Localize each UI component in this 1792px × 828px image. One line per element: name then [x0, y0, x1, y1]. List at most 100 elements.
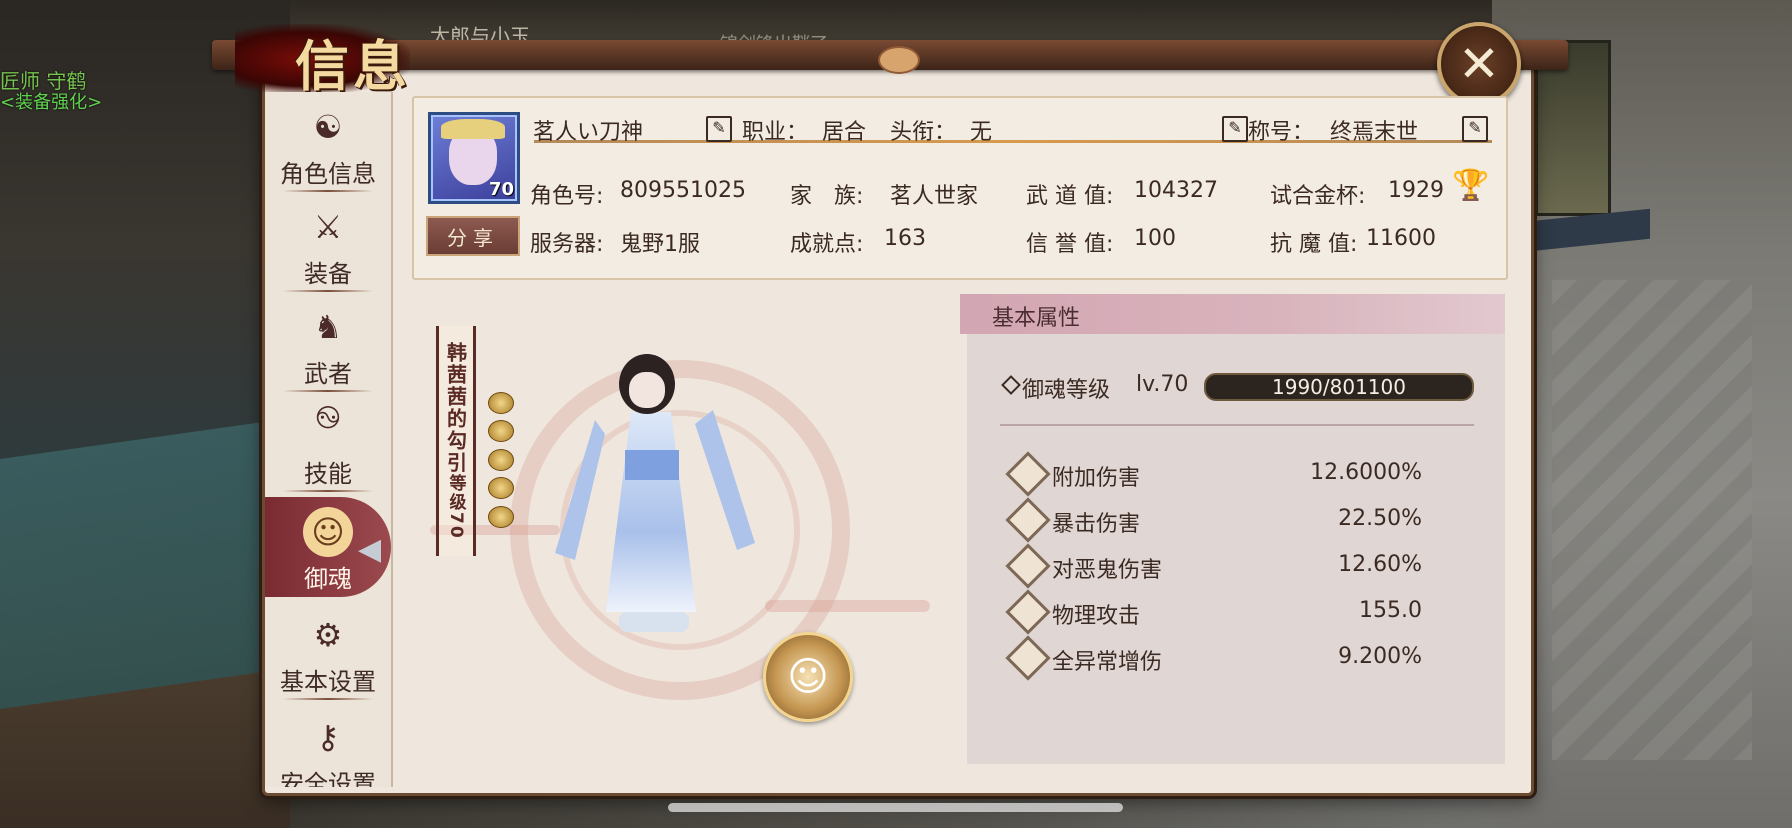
home-indicator[interactable]	[668, 803, 1123, 812]
avatar-crown	[441, 119, 505, 139]
soul-name: 韩茜茜的勾引	[443, 342, 468, 475]
server-label: 服务器:	[530, 232, 604, 257]
extra-damage-icon	[1005, 451, 1051, 497]
role-id-value: 809551025	[620, 178, 746, 203]
character-feet	[619, 612, 689, 632]
edit-icon[interactable]: ✎	[1462, 116, 1488, 142]
attributes-header-text: 基本属性	[992, 306, 1081, 331]
sidebar-item-equipment[interactable]: ⚔ 装备	[265, 192, 391, 292]
attribute-value: 22.50%	[1338, 506, 1422, 531]
attributes-divider	[1000, 424, 1474, 426]
character-dress	[606, 412, 696, 612]
sidebar-item-label: 角色信息	[280, 160, 376, 188]
rank-value: 无	[970, 120, 993, 145]
soul-portrait-button[interactable]: ☺	[763, 632, 853, 722]
attribute-value: 12.6000%	[1310, 460, 1422, 485]
npc-action: <装备强化>	[0, 92, 103, 113]
family-value: 茗人世家	[890, 184, 979, 209]
soul-exp-bar: 1990/801100	[1204, 373, 1474, 401]
character-sleeve	[695, 410, 755, 550]
gear-icon: ⚙	[313, 616, 343, 654]
skill-icon: ࿊	[315, 398, 341, 436]
sidebar-item-character-info[interactable]: ☯ 角色信息	[265, 92, 391, 192]
ornament-icon	[878, 46, 920, 74]
close-button[interactable]: ✕	[1437, 22, 1521, 106]
npc-label[interactable]: 匠师 守鹤 <装备强化>	[0, 70, 102, 114]
character-sash	[625, 450, 679, 480]
physical-attack-icon	[1005, 589, 1051, 635]
divider	[283, 698, 373, 700]
attribute-name: 附加伤害	[1052, 466, 1141, 491]
sidebar: ☯ 角色信息 ⚔ 装备 ♞ 武者 ࿊ 技能 ☺ 御魂 ⚙ 基本设置 ⚷ 安全设置	[265, 92, 393, 787]
honor-value: 100	[1134, 226, 1176, 251]
attribute-name: 物理攻击	[1052, 604, 1141, 629]
attribute-row: 对恶鬼伤害 12.60%	[1005, 543, 1422, 589]
equipment-icon: ⚔	[313, 208, 343, 246]
close-icon: ✕	[1458, 35, 1500, 93]
trial-cup-label: 试合金杯:	[1270, 184, 1366, 209]
soul-portrait-icon: ☺	[787, 654, 829, 700]
soul-character-model	[555, 350, 755, 680]
warrior-icon: ♞	[313, 308, 343, 346]
window-title-text: 信息	[295, 34, 411, 98]
sidebar-item-label: 技能	[304, 460, 352, 488]
martial-label: 武 道 值:	[1026, 184, 1114, 209]
edit-title-icon[interactable]: ✎	[1222, 116, 1248, 142]
achievement-value: 163	[884, 226, 926, 251]
attribute-row: 附加伤害 12.6000%	[1005, 451, 1422, 497]
demon-resist-value: 11600	[1366, 226, 1436, 251]
divider	[283, 490, 373, 492]
class-value: 居合	[822, 120, 867, 145]
soul-exp-text: 1990/801100	[1272, 375, 1406, 399]
trophy-icon: 🏆	[1452, 168, 1490, 203]
server-value: 鬼野1服	[620, 232, 700, 257]
character-info-icon: ☯	[313, 108, 343, 146]
title-value: 终焉末世	[1330, 120, 1419, 145]
background-roof-teal	[0, 421, 270, 709]
sidebar-item-label: 装备	[304, 260, 352, 288]
rank-label: 头衔：	[890, 120, 957, 145]
share-button[interactable]: 分享	[426, 216, 520, 256]
attribute-name: 暴击伤害	[1052, 512, 1141, 537]
avatar[interactable]: 70	[428, 112, 520, 204]
character-sleeve	[555, 420, 605, 560]
class-label: 职业：	[742, 120, 809, 145]
selection-arrow-icon: ◀	[358, 532, 382, 567]
sidebar-item-label: 安全设置	[280, 770, 376, 787]
attribute-name: 对恶鬼伤害	[1052, 558, 1163, 583]
soul-star-icon	[488, 506, 514, 528]
soul-star-icon	[488, 477, 514, 499]
attribute-name: 全异常增伤	[1052, 650, 1163, 675]
sidebar-item-label: 基本设置	[280, 668, 376, 696]
background-tiles	[1552, 280, 1752, 760]
soul-star-icon	[488, 420, 514, 442]
avatar-level: 70	[488, 179, 514, 200]
sidebar-item-warrior[interactable]: ♞ 武者	[265, 292, 391, 392]
soul-icon: ☺	[303, 507, 353, 557]
soul-level-value: lv.70	[1136, 372, 1189, 397]
martial-value: 104327	[1134, 178, 1218, 203]
sidebar-item-label: 御魂	[304, 565, 352, 593]
key-icon: ⚷	[316, 718, 340, 756]
role-id-label: 角色号:	[530, 184, 604, 209]
sidebar-item-basic-settings[interactable]: ⚙ 基本设置	[265, 600, 391, 700]
soul-star-icon	[488, 449, 514, 471]
attribute-value: 12.60%	[1338, 552, 1422, 577]
title-label: 称号：	[1248, 120, 1315, 145]
player-name: 茗人い刀神	[533, 120, 644, 145]
demon-resist-label: 抗 魔 值:	[1270, 232, 1358, 257]
family-label: 家 族:	[790, 184, 864, 209]
sidebar-item-security-settings[interactable]: ⚷ 安全设置	[265, 702, 391, 787]
edit-name-icon[interactable]: ✎	[706, 116, 732, 142]
soul-name-scroll: 韩茜茜的勾引 等级 70	[436, 326, 476, 556]
attribute-row: 全异常增伤 9.200%	[1005, 635, 1422, 681]
soul-level-label: 等级	[445, 474, 466, 513]
npc-name: 匠师 守鹤	[0, 69, 87, 93]
sidebar-item-skill[interactable]: ࿊ 技能	[265, 392, 391, 492]
attribute-value: 9.200%	[1338, 644, 1422, 669]
attribute-row: 暴击伤害 22.50%	[1005, 497, 1422, 543]
achievement-label: 成就点:	[790, 232, 864, 257]
crit-damage-icon	[1005, 497, 1051, 543]
attribute-row: 物理攻击 155.0	[1005, 589, 1422, 635]
soul-level-value: 70	[446, 512, 466, 540]
